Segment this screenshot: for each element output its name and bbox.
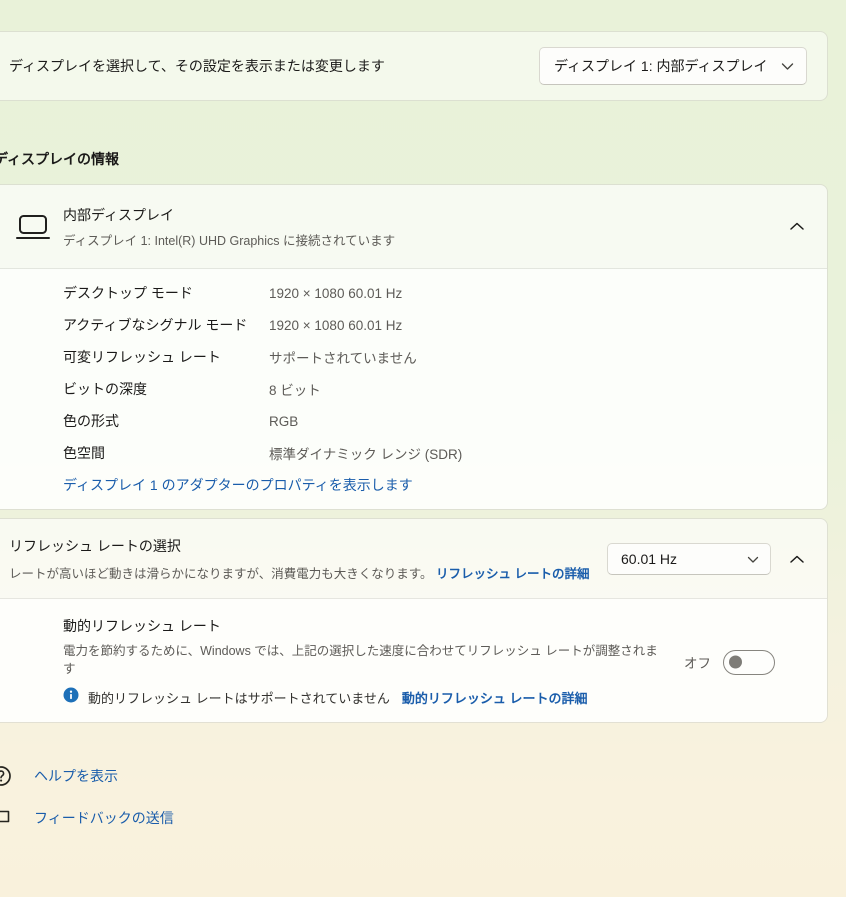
dynamic-refresh-description: 電力を節約するために、Windows では、上記の選択した速度に合わせてリフレッ… xyxy=(63,642,663,678)
refresh-rate-description: レートが高いほど動きは滑らかになりますが、消費電力も大きくなります。 リフレッシ… xyxy=(9,563,607,582)
refresh-rate-learn-more-link[interactable]: リフレッシュ レートの詳細 xyxy=(436,567,589,581)
section-title-display-info: ディスプレイの情報 xyxy=(0,149,828,169)
display-info-expander: 内部ディスプレイ ディスプレイ 1: Intel(R) UHD Graphics… xyxy=(0,184,828,510)
refresh-rate-title: リフレッシュ レートの選択 xyxy=(9,536,607,556)
detail-row-variable-refresh-rate: 可変リフレッシュ レート サポートされていません xyxy=(63,341,807,373)
detail-label: 可変リフレッシュ レート xyxy=(63,347,269,367)
help-row: ヘルプを表示 xyxy=(0,765,828,787)
footer-links: ヘルプを表示 フィードバックの送信 xyxy=(0,765,828,829)
monitor-icon xyxy=(15,212,51,242)
internal-display-title: 内部ディスプレイ xyxy=(63,205,789,225)
detail-value: サポートされていません xyxy=(269,347,417,367)
dynamic-refresh-learn-more-link[interactable]: 動的リフレッシュ レートの詳細 xyxy=(402,688,588,707)
adapter-properties-link[interactable]: ディスプレイ 1 のアダプターのプロパティを表示します xyxy=(63,475,413,495)
detail-row-color-format: 色の形式 RGB xyxy=(63,405,807,437)
detail-label: 色空間 xyxy=(63,443,269,463)
detail-value: 標準ダイナミック レンジ (SDR) xyxy=(269,443,462,463)
toggle-knob xyxy=(729,656,742,669)
display-info-details: デスクトップ モード 1920 × 1080 60.01 Hz アクティブなシグ… xyxy=(0,269,827,509)
display-info-expander-header[interactable]: 内部ディスプレイ ディスプレイ 1: Intel(R) UHD Graphics… xyxy=(0,185,827,269)
refresh-rate-header: リフレッシュ レートの選択 レートが高いほど動きは滑らかになりますが、消費電力も… xyxy=(0,519,827,599)
chevron-up-icon[interactable] xyxy=(789,554,805,564)
feedback-link[interactable]: フィードバックの送信 xyxy=(34,808,174,828)
detail-value: 1920 × 1080 60.01 Hz xyxy=(269,318,402,333)
dynamic-refresh-toggle-group: オフ xyxy=(684,650,775,675)
internal-display-subtitle: ディスプレイ 1: Intel(R) UHD Graphics に接続されていま… xyxy=(63,230,789,249)
display-selector-dropdown[interactable]: ディスプレイ 1: 内部ディスプレイ xyxy=(539,47,807,85)
dynamic-refresh-unsupported-note: 動的リフレッシュ レートはサポートされていません xyxy=(88,688,390,707)
dynamic-refresh-toggle[interactable] xyxy=(723,650,775,675)
display-selector-dropdown-value: ディスプレイ 1: 内部ディスプレイ xyxy=(554,56,768,76)
detail-row-active-signal-mode: アクティブなシグナル モード 1920 × 1080 60.01 Hz xyxy=(63,309,807,341)
chevron-up-icon[interactable] xyxy=(789,218,805,236)
chevron-down-icon xyxy=(747,551,759,567)
detail-label: 色の形式 xyxy=(63,411,269,431)
refresh-rate-text: リフレッシュ レートの選択 レートが高いほど動きは滑らかになりますが、消費電力も… xyxy=(9,536,607,582)
detail-row-desktop-mode: デスクトップ モード 1920 × 1080 60.01 Hz xyxy=(63,277,807,309)
refresh-rate-description-text: レートが高いほど動きは滑らかになりますが、消費電力も大きくなります。 xyxy=(9,567,433,581)
help-link[interactable]: ヘルプを表示 xyxy=(34,766,118,786)
dynamic-refresh-section: 動的リフレッシュ レート 電力を節約するために、Windows では、上記の選択… xyxy=(0,599,827,722)
detail-label: ビットの深度 xyxy=(63,379,269,399)
detail-value: 1920 × 1080 60.01 Hz xyxy=(269,286,402,301)
display-selector-card: ディスプレイを選択して、その設定を表示または変更します ディスプレイ 1: 内部… xyxy=(0,31,828,101)
refresh-rate-dropdown-value: 60.01 Hz xyxy=(621,551,677,567)
help-icon xyxy=(0,765,12,787)
display-info-titles: 内部ディスプレイ ディスプレイ 1: Intel(R) UHD Graphics… xyxy=(63,205,789,249)
toggle-state-label: オフ xyxy=(684,652,711,672)
refresh-rate-dropdown[interactable]: 60.01 Hz xyxy=(607,543,771,575)
feedback-row: フィードバックの送信 xyxy=(0,807,828,829)
detail-value: RGB xyxy=(269,414,298,429)
refresh-rate-card: リフレッシュ レートの選択 レートが高いほど動きは滑らかになりますが、消費電力も… xyxy=(0,518,828,723)
display-selector-label: ディスプレイを選択して、その設定を表示または変更します xyxy=(9,56,385,76)
detail-label: デスクトップ モード xyxy=(63,283,269,303)
dynamic-refresh-title: 動的リフレッシュ レート xyxy=(63,616,684,636)
settings-page: ディスプレイを選択して、その設定を表示または変更します ディスプレイ 1: 内部… xyxy=(0,31,828,829)
feedback-icon xyxy=(0,807,12,829)
chevron-down-icon xyxy=(781,58,794,74)
detail-row-bit-depth: ビットの深度 8 ビット xyxy=(63,373,807,405)
dynamic-refresh-info-row: 動的リフレッシュ レートはサポートされていません 動的リフレッシュ レートの詳細 xyxy=(63,687,684,708)
detail-row-color-space: 色空間 標準ダイナミック レンジ (SDR) xyxy=(63,437,807,469)
info-icon xyxy=(63,687,79,708)
detail-value: 8 ビット xyxy=(269,379,321,399)
detail-label: アクティブなシグナル モード xyxy=(63,315,269,335)
